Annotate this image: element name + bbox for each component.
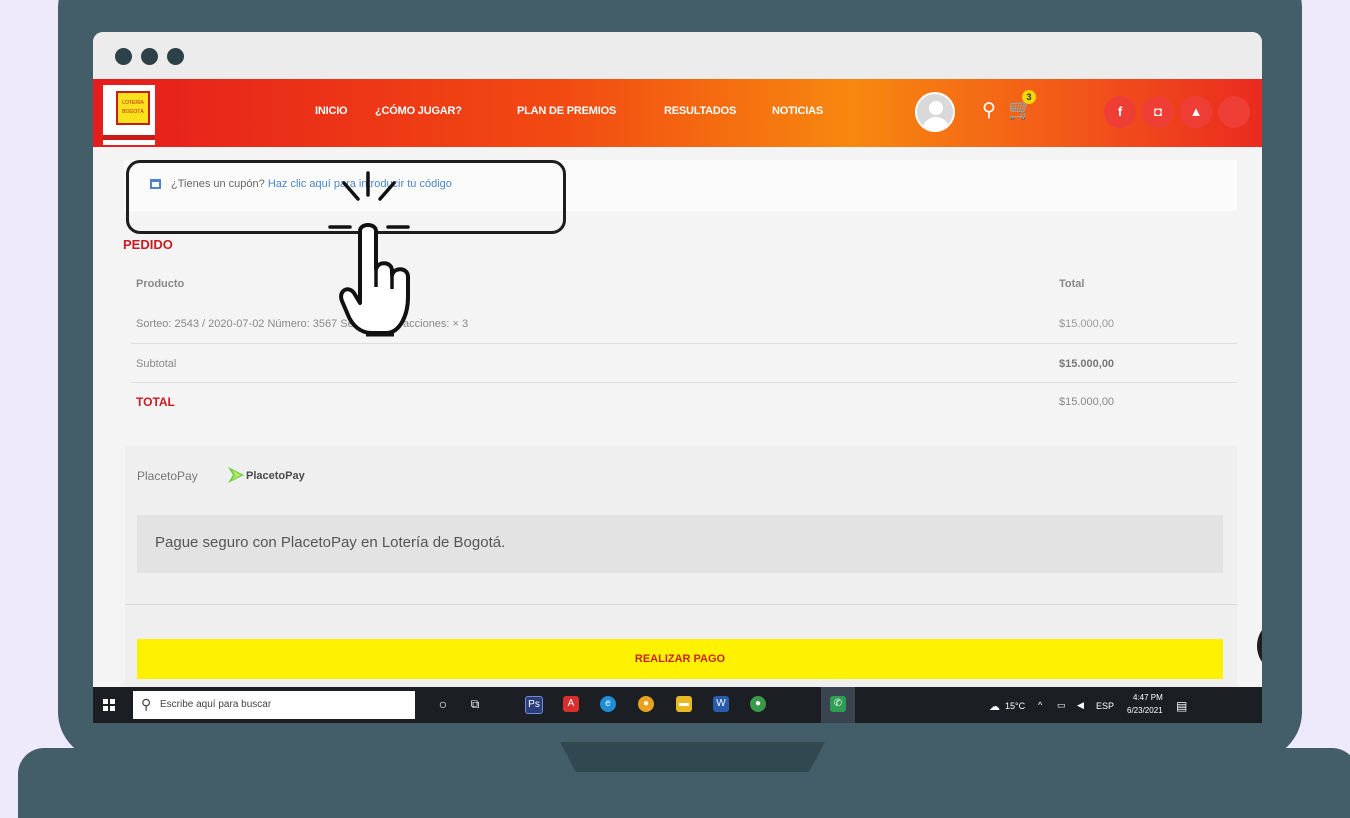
window-chrome <box>93 32 1262 79</box>
chat-widget[interactable] <box>1257 618 1262 674</box>
notification-icon[interactable]: ▤ <box>1176 699 1187 713</box>
language-indicator[interactable]: ESP <box>1096 701 1114 711</box>
social-icon[interactable] <box>1218 96 1250 128</box>
instagram-icon[interactable]: ◘ <box>1142 96 1174 128</box>
facebook-icon[interactable]: f <box>1104 96 1136 128</box>
divider <box>131 382 1237 383</box>
placetopay-logo-text: PlacetoPay <box>246 470 305 482</box>
app-icon[interactable]: ● <box>750 696 766 712</box>
search-icon: ⚲ <box>141 696 152 712</box>
total-label: TOTAL <box>136 395 175 409</box>
loteria-logo[interactable]: LOTERÍA BOGOTÁ <box>103 85 155 145</box>
edge-icon[interactable]: e <box>600 696 616 712</box>
logo-mark-icon: LOTERÍA BOGOTÁ <box>116 91 150 125</box>
chrome-icon[interactable]: ● <box>638 696 654 712</box>
avatar-head <box>929 101 943 115</box>
order-item-total: $15.000,00 <box>1059 318 1115 330</box>
laptop-hinge <box>560 742 825 772</box>
acrobat-icon[interactable]: A <box>563 696 579 712</box>
user-avatar[interactable] <box>915 92 955 132</box>
divider <box>131 343 1237 344</box>
phone-app-icon[interactable]: ✆ <box>830 696 846 712</box>
logo-bar <box>103 135 155 140</box>
subtotal-value: $15.000,00 <box>1059 358 1115 370</box>
payment-method-label[interactable]: PlacetoPay <box>137 469 198 483</box>
click-hand-icon <box>328 171 410 337</box>
youtube-icon[interactable]: ▲ <box>1180 96 1212 128</box>
task-view-icon[interactable]: ⧉ <box>467 696 483 712</box>
payment-section <box>125 446 1237 723</box>
nav-noticias[interactable]: NOTICIAS <box>772 105 823 117</box>
payment-description-box: Pague seguro con PlacetoPay en Lotería d… <box>137 515 1223 573</box>
windows-start-icon[interactable] <box>103 699 115 711</box>
placetopay-logo-icon <box>228 467 244 483</box>
network-icon[interactable]: ▭ <box>1057 700 1066 711</box>
nav-plan-de-premios[interactable]: PLAN DE PREMIOS <box>517 105 616 117</box>
window-dot-icon[interactable] <box>141 48 158 65</box>
divider <box>125 604 1237 605</box>
realizar-pago-button[interactable]: REALIZAR PAGO <box>137 639 1223 679</box>
search-icon[interactable]: ⚲ <box>982 101 996 121</box>
weather-icon[interactable]: ☁ <box>989 700 1000 713</box>
cart-count-badge: 3 <box>1022 90 1036 104</box>
nav-como-jugar[interactable]: ¿CÓMO JUGAR? <box>375 105 462 117</box>
site-header: LOTERÍA BOGOTÁ INICIO ¿CÓMO JUGAR? PLAN D… <box>93 79 1262 147</box>
photoshop-icon[interactable]: Ps <box>525 696 543 714</box>
laptop-screen: LOTERÍA BOGOTÁ INICIO ¿CÓMO JUGAR? PLAN D… <box>93 32 1262 723</box>
order-title: PEDIDO <box>123 237 173 252</box>
payment-description: Pague seguro con PlacetoPay en Lotería d… <box>155 534 506 551</box>
windows-taskbar: ⚲ Escribe aquí para buscar ○ ⧉ Ps A e ● … <box>93 687 1262 723</box>
tray-chevron-icon[interactable]: ^ <box>1038 700 1042 710</box>
clock-time[interactable]: 4:47 PM <box>1133 693 1163 702</box>
subtotal-label: Subtotal <box>136 358 177 370</box>
word-icon[interactable]: W <box>713 696 729 712</box>
clock-date[interactable]: 6/23/2021 <box>1127 706 1163 715</box>
nav-resultados[interactable]: RESULTADOS <box>664 105 736 117</box>
window-dot-icon[interactable] <box>167 48 184 65</box>
window-dot-icon[interactable] <box>115 48 132 65</box>
taskbar-search[interactable]: ⚲ Escribe aquí para buscar <box>133 691 415 719</box>
file-explorer-icon[interactable]: ▬ <box>676 696 692 712</box>
temperature[interactable]: 15°C <box>1005 701 1025 711</box>
avatar-body <box>922 117 950 130</box>
nav-inicio[interactable]: INICIO <box>315 105 348 117</box>
total-value: $15.000,00 <box>1059 396 1115 408</box>
cortana-icon[interactable]: ○ <box>435 696 451 712</box>
volume-icon[interactable]: ◀ <box>1077 700 1084 711</box>
taskbar-search-placeholder: Escribe aquí para buscar <box>160 699 272 710</box>
col-header-product: Producto <box>136 278 185 290</box>
col-header-total: Total <box>1059 278 1085 290</box>
